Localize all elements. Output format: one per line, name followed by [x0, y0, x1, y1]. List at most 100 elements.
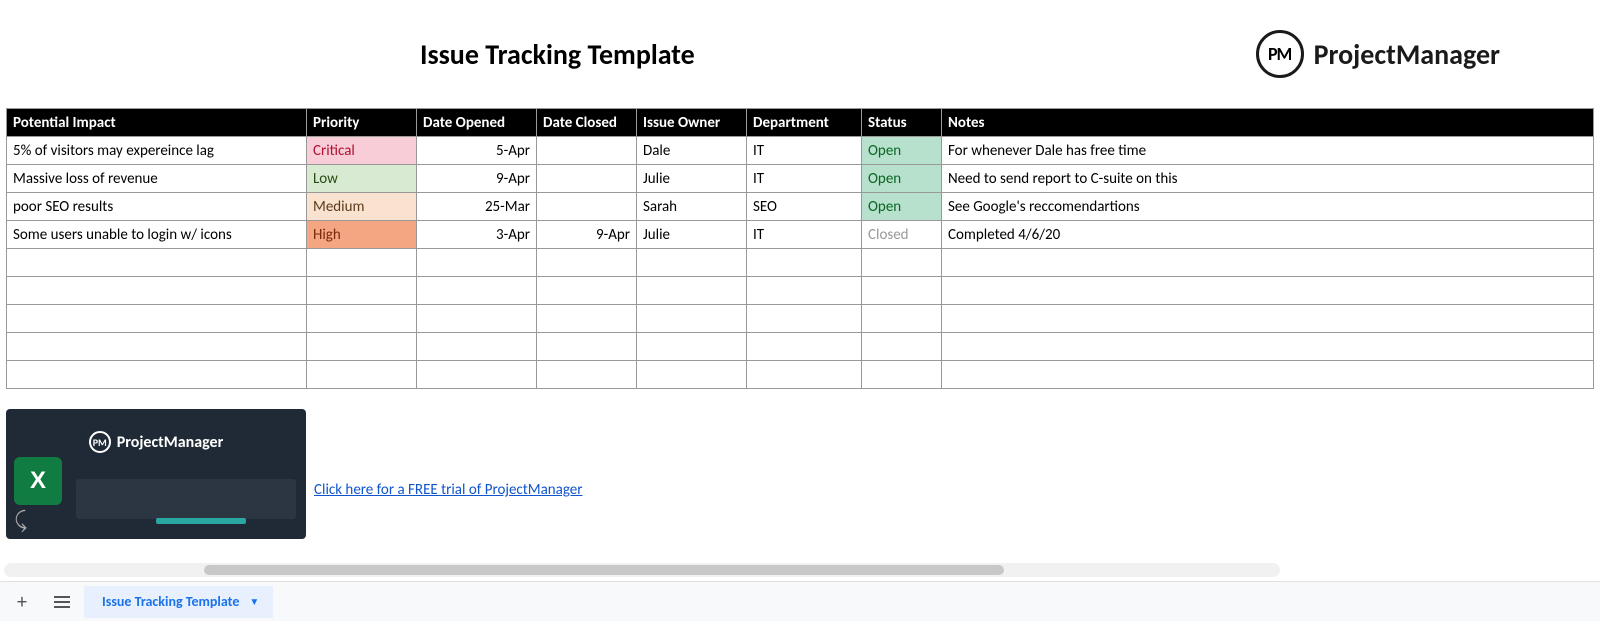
cell-owner[interactable]: Julie — [637, 221, 747, 249]
issue-table[interactable]: Potential Impact Priority Date Opened Da… — [6, 108, 1594, 389]
cell-opened[interactable]: 9-Apr — [417, 165, 537, 193]
cell-notes[interactable]: Completed 4/6/20 — [942, 221, 1594, 249]
col-header-closed[interactable]: Date Closed — [537, 109, 637, 137]
cell-priority[interactable]: High — [307, 221, 417, 249]
cell-owner[interactable]: Julie — [637, 165, 747, 193]
cell-notes[interactable]: For whenever Dale has free time — [942, 137, 1594, 165]
cell-empty[interactable] — [417, 333, 537, 361]
table-row[interactable]: Massive loss of revenueLow9-Apr JulieITOp… — [7, 165, 1594, 193]
cell-empty[interactable] — [942, 305, 1594, 333]
table-row[interactable] — [7, 361, 1594, 389]
cell-empty[interactable] — [942, 277, 1594, 305]
cell-dept[interactable]: IT — [747, 221, 862, 249]
cell-empty[interactable] — [747, 277, 862, 305]
col-header-priority[interactable]: Priority — [307, 109, 417, 137]
cell-empty[interactable] — [307, 361, 417, 389]
cell-empty[interactable] — [417, 305, 537, 333]
cell-impact[interactable]: poor SEO results — [7, 193, 307, 221]
cell-empty[interactable] — [7, 249, 307, 277]
cell-status[interactable]: Closed — [862, 221, 942, 249]
cell-priority[interactable]: Medium — [307, 193, 417, 221]
add-sheet-button[interactable]: + — [4, 586, 40, 618]
table-row[interactable] — [7, 333, 1594, 361]
cell-impact[interactable]: Massive loss of revenue — [7, 165, 307, 193]
col-header-impact[interactable]: Potential Impact — [7, 109, 307, 137]
cell-empty[interactable] — [637, 277, 747, 305]
sheet-tab-bar: + Issue Tracking Template ▼ — [0, 581, 1600, 621]
cell-empty[interactable] — [942, 249, 1594, 277]
cell-empty[interactable] — [537, 333, 637, 361]
all-sheets-button[interactable] — [44, 586, 80, 618]
cell-dept[interactable]: SEO — [747, 193, 862, 221]
cell-empty[interactable] — [417, 249, 537, 277]
cell-status[interactable]: Open — [862, 137, 942, 165]
cell-empty[interactable] — [747, 333, 862, 361]
cell-opened[interactable]: 5-Apr — [417, 137, 537, 165]
cell-empty[interactable] — [747, 305, 862, 333]
col-header-owner[interactable]: Issue Owner — [637, 109, 747, 137]
table-row[interactable] — [7, 249, 1594, 277]
cell-empty[interactable] — [862, 333, 942, 361]
cell-empty[interactable] — [537, 305, 637, 333]
cell-empty[interactable] — [747, 361, 862, 389]
promo-link[interactable]: Click here for a FREE trial of ProjectMa… — [314, 481, 582, 539]
cell-status[interactable]: Open — [862, 165, 942, 193]
cell-closed[interactable] — [537, 193, 637, 221]
cell-notes[interactable]: Need to send report to C-suite on this — [942, 165, 1594, 193]
cell-empty[interactable] — [862, 277, 942, 305]
sheet-tab-active[interactable]: Issue Tracking Template ▼ — [84, 586, 273, 618]
cell-opened[interactable]: 25-Mar — [417, 193, 537, 221]
cell-empty[interactable] — [307, 305, 417, 333]
cell-empty[interactable] — [537, 249, 637, 277]
cell-impact[interactable]: Some users unable to login w/ icons — [7, 221, 307, 249]
cell-empty[interactable] — [307, 333, 417, 361]
cell-closed[interactable]: 9-Apr — [537, 221, 637, 249]
table-row[interactable]: poor SEO resultsMedium25-Mar SarahSEOOpen… — [7, 193, 1594, 221]
cell-empty[interactable] — [747, 249, 862, 277]
cell-priority[interactable]: Low — [307, 165, 417, 193]
col-header-opened[interactable]: Date Opened — [417, 109, 537, 137]
cell-owner[interactable]: Dale — [637, 137, 747, 165]
horizontal-scrollbar[interactable] — [4, 563, 1280, 577]
chevron-down-icon[interactable]: ▼ — [249, 595, 259, 608]
col-header-status[interactable]: Status — [862, 109, 942, 137]
table-row[interactable]: 5% of visitors may expereince lagCritica… — [7, 137, 1594, 165]
cell-dept[interactable]: IT — [747, 137, 862, 165]
cell-notes[interactable]: See Google's reccomendartions — [942, 193, 1594, 221]
table-row[interactable] — [7, 277, 1594, 305]
cell-empty[interactable] — [417, 277, 537, 305]
cell-empty[interactable] — [307, 277, 417, 305]
cell-empty[interactable] — [637, 333, 747, 361]
cell-empty[interactable] — [7, 361, 307, 389]
cell-empty[interactable] — [942, 361, 1594, 389]
cell-empty[interactable] — [637, 249, 747, 277]
cell-impact[interactable]: 5% of visitors may expereince lag — [7, 137, 307, 165]
col-header-dept[interactable]: Department — [747, 109, 862, 137]
cell-empty[interactable] — [862, 249, 942, 277]
cell-empty[interactable] — [862, 305, 942, 333]
cell-empty[interactable] — [307, 249, 417, 277]
cell-empty[interactable] — [537, 361, 637, 389]
cell-status[interactable]: Open — [862, 193, 942, 221]
promo-thumbnail[interactable]: PM ProjectManager X ⤹ — [6, 409, 306, 539]
sheet-tab-label: Issue Tracking Template — [102, 593, 239, 610]
cell-closed[interactable] — [537, 137, 637, 165]
cell-empty[interactable] — [7, 333, 307, 361]
cell-empty[interactable] — [862, 361, 942, 389]
cell-empty[interactable] — [942, 333, 1594, 361]
cell-empty[interactable] — [537, 277, 637, 305]
cell-empty[interactable] — [7, 277, 307, 305]
cell-empty[interactable] — [637, 305, 747, 333]
scrollbar-thumb[interactable] — [204, 565, 1004, 575]
table-row[interactable]: Some users unable to login w/ iconsHigh3… — [7, 221, 1594, 249]
col-header-notes[interactable]: Notes — [942, 109, 1594, 137]
cell-priority[interactable]: Critical — [307, 137, 417, 165]
cell-empty[interactable] — [7, 305, 307, 333]
cell-opened[interactable]: 3-Apr — [417, 221, 537, 249]
cell-owner[interactable]: Sarah — [637, 193, 747, 221]
cell-dept[interactable]: IT — [747, 165, 862, 193]
cell-empty[interactable] — [637, 361, 747, 389]
cell-closed[interactable] — [537, 165, 637, 193]
cell-empty[interactable] — [417, 361, 537, 389]
table-row[interactable] — [7, 305, 1594, 333]
